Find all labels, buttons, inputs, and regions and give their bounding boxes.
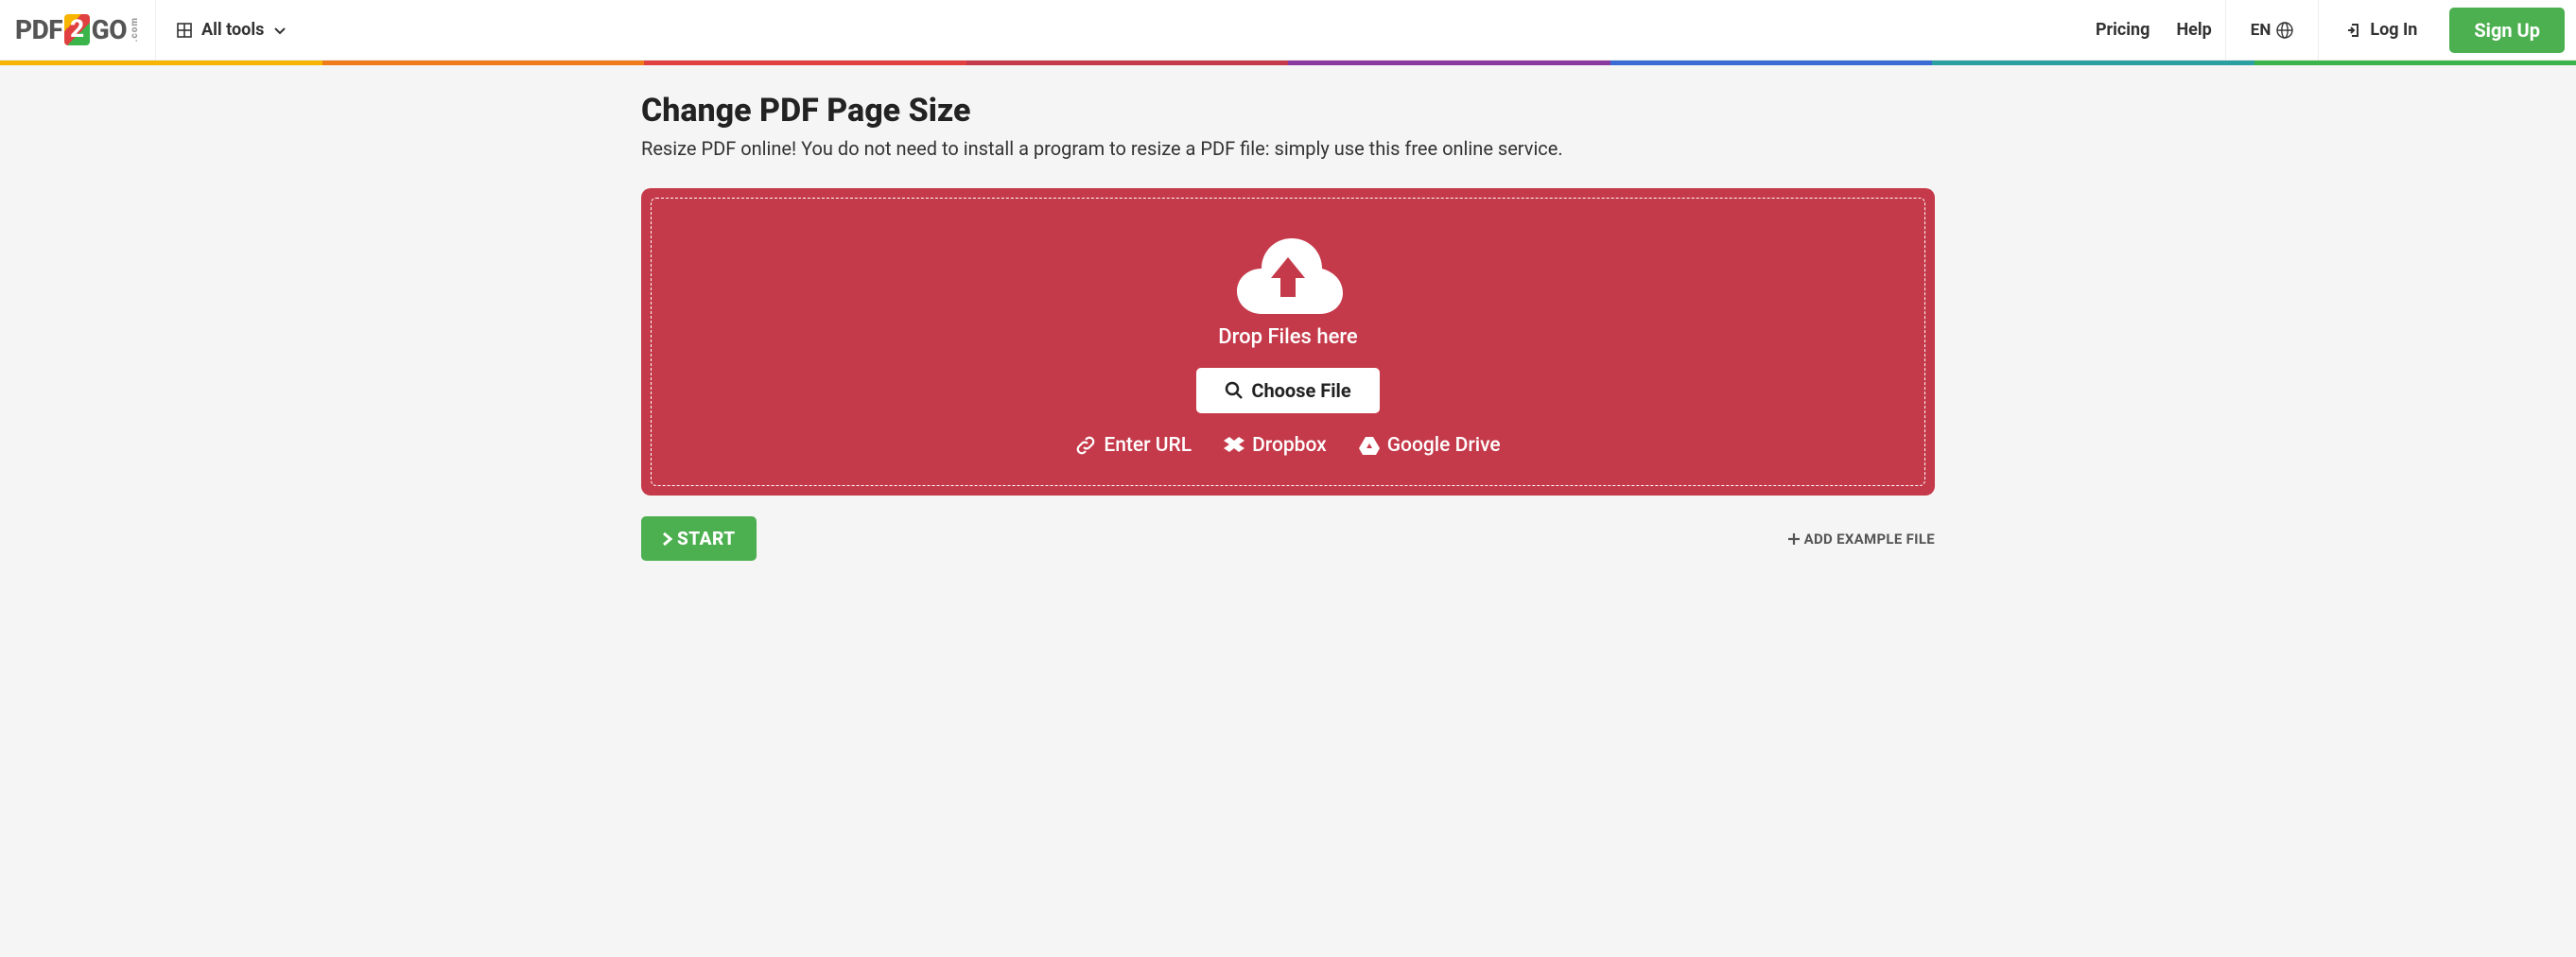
main-container: Change PDF Page Size Resize PDF online! … <box>626 65 1950 561</box>
dropzone-inner: Drop Files here Choose File Enter URL Dr… <box>651 198 1925 486</box>
src-enter-url[interactable]: Enter URL <box>1075 434 1192 457</box>
start-button[interactable]: START <box>641 516 757 561</box>
language-selector[interactable]: EN <box>2226 21 2319 40</box>
dropbox-icon <box>1224 435 1244 456</box>
choose-file-button[interactable]: Choose File <box>1196 368 1379 413</box>
globe-icon <box>2276 22 2293 39</box>
logo-pdf: PDF <box>15 14 62 45</box>
link-icon <box>1075 435 1096 456</box>
src-gdrive-label: Google Drive <box>1387 434 1501 457</box>
logo-two: 2 <box>64 14 90 45</box>
chevron-down-icon <box>273 24 287 37</box>
signup-button[interactable]: Sign Up <box>2449 8 2565 53</box>
drop-text: Drop Files here <box>1218 325 1357 349</box>
login-icon <box>2345 22 2362 39</box>
src-dropbox[interactable]: Dropbox <box>1224 434 1327 457</box>
search-icon <box>1225 381 1244 400</box>
lang-label: EN <box>2251 21 2271 40</box>
login-label: Log In <box>2370 20 2417 40</box>
logo[interactable]: PDF 2 GO .com <box>0 14 155 45</box>
login-button[interactable]: Log In <box>2319 20 2444 40</box>
dropzone[interactable]: Drop Files here Choose File Enter URL Dr… <box>641 188 1935 496</box>
start-label: START <box>677 528 736 549</box>
src-dropbox-label: Dropbox <box>1252 434 1327 457</box>
add-example-label: ADD EXAMPLE FILE <box>1804 531 1935 548</box>
grid-icon <box>177 23 192 38</box>
rainbow-bar <box>0 61 2576 65</box>
header: PDF 2 GO .com All tools Pricing Help EN … <box>0 0 2576 61</box>
nav-pricing[interactable]: Pricing <box>2082 20 2163 40</box>
add-example-button[interactable]: ADD EXAMPLE FILE <box>1787 531 1935 548</box>
src-gdrive[interactable]: Google Drive <box>1359 434 1501 457</box>
logo-go: GO <box>92 14 127 45</box>
all-tools-label: All tools <box>201 20 264 40</box>
nav-help[interactable]: Help <box>2163 20 2224 40</box>
source-row: Enter URL Dropbox Google Drive <box>1075 434 1500 457</box>
google-drive-icon <box>1359 435 1380 456</box>
logo-com: .com <box>130 17 140 42</box>
src-url-label: Enter URL <box>1104 434 1192 457</box>
all-tools-menu[interactable]: All tools <box>156 20 307 40</box>
cloud-upload-icon <box>1231 231 1345 318</box>
page-title: Change PDF Page Size <box>641 92 1935 130</box>
action-row: START ADD EXAMPLE FILE <box>641 516 1935 561</box>
choose-file-label: Choose File <box>1251 379 1350 402</box>
page-subtitle: Resize PDF online! You do not need to in… <box>641 137 1935 160</box>
chevron-right-icon <box>662 531 673 547</box>
plus-icon <box>1787 532 1801 546</box>
